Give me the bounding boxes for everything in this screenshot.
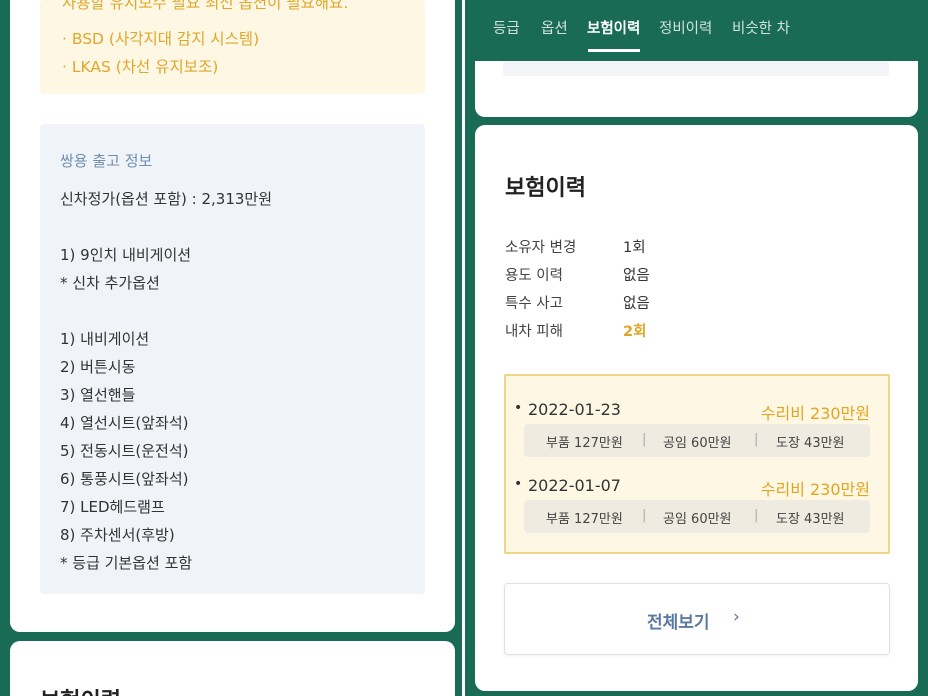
previous-card-bottom [475,61,918,117]
repair-cost: 수리비 230만원 [760,404,870,423]
chevron-right-icon: › [733,607,740,627]
tab-similar-cars[interactable]: 비슷한 차 [732,17,790,38]
accident-item: 2022-01-23 수리비 230만원 부품 127만원 | 공임 60만원 … [506,400,888,470]
paint-cost: 도장 43만원 [776,512,845,527]
left-screen: 사용할 유지보수 필요 최신 옵션이 필요해요. · BSD (사각지대 감지 … [0,0,462,696]
view-all-label: 전체보기 [647,613,710,633]
accident-list: 2022-01-23 수리비 230만원 부품 127만원 | 공임 60만원 … [504,374,890,554]
option-item-lkas: · LKAS (차선 유지보조) [62,58,219,76]
insurance-card-peek: 보험이력 [10,641,455,696]
section-title-peek: 보험이력 [40,683,121,696]
paint-cost: 도장 43만원 [776,436,845,451]
labor-cost: 공임 60만원 [663,512,732,527]
option-line: 5) 전동시트(운전석) [60,442,189,460]
insurance-history-card: 보험이력 소유자 변경1회 용도 이력없음 특수 사고없음 내차 피해2회 20… [475,125,918,691]
active-tab-indicator [588,49,640,52]
owner-change-label: 소유자 변경 [505,240,577,256]
option-line: 4) 열선시트(앞좌석) [60,414,189,432]
option-line: 1) 내비게이션 [60,330,150,348]
repair-cost: 수리비 230만원 [760,480,870,499]
separator: | [754,508,759,523]
tab-options[interactable]: 옵션 [541,17,568,38]
view-all-button[interactable]: 전체보기 › [504,583,890,655]
special-accident-label: 특수 사고 [505,296,563,312]
factory-info-box: 쌍용 출고 정보 신차정가(옵션 포함) : 2,313만원 1) 9인치 내비… [40,124,425,594]
accident-date: 2022-01-23 [514,400,621,419]
insurance-history-title: 보험이력 [505,176,586,201]
clipped-line: 사용할 유지보수 필요 최신 옵션이 필요해요. [62,0,349,12]
owner-change-row: 소유자 변경 1회 [505,236,646,257]
previous-card-strip [503,61,889,76]
accident-date: 2022-01-07 [514,476,621,495]
right-screen: 등급 옵션 보험이력 정비이력 비슷한 차 보험이력 소유자 변경 1회 용도 이… [465,0,928,696]
cost-breakdown: 부품 127만원 | 공임 60만원 | 도장 43만원 [524,424,870,457]
own-damage-label: 내차 피해 [505,324,563,340]
option-line: 1) 9인치 내비게이션 [60,246,192,264]
parts-cost: 부품 127만원 [546,512,623,527]
option-line: 8) 주차센서(후방) [60,526,175,544]
option-line: * 등급 기본옵션 포함 [60,554,193,572]
option-line: * 신차 추가옵션 [60,274,160,292]
new-car-price: 신차정가(옵션 포함) : 2,313만원 [60,190,273,208]
option-line: 7) LED헤드램프 [60,498,165,516]
usage-history-row: 용도 이력 없음 [505,264,650,285]
separator: | [754,432,759,447]
vehicle-info-card: 사용할 유지보수 필요 최신 옵션이 필요해요. · BSD (사각지대 감지 … [10,0,455,632]
special-accident-row: 특수 사고 없음 [505,292,650,313]
own-damage-value: 2회 [623,324,647,340]
usage-history-value: 없음 [623,268,650,284]
tab-bar: 등급 옵션 보험이력 정비이력 비슷한 차 [465,0,928,58]
accident-item: 2022-01-07 수리비 230만원 부품 127만원 | 공임 60만원 … [506,476,888,546]
parts-cost: 부품 127만원 [546,436,623,451]
option-line: 3) 열선핸들 [60,386,136,404]
tab-maintenance-history[interactable]: 정비이력 [659,17,712,38]
usage-history-label: 용도 이력 [505,268,563,284]
option-line: 2) 버튼시동 [60,358,136,376]
option-item-bsd: · BSD (사각지대 감지 시스템) [62,30,260,48]
cost-breakdown: 부품 127만원 | 공임 60만원 | 도장 43만원 [524,500,870,533]
separator: | [642,508,647,523]
labor-cost: 공임 60만원 [663,436,732,451]
option-line: 6) 통풍시트(앞좌석) [60,470,189,488]
separator: | [642,432,647,447]
owner-change-value: 1회 [623,240,646,256]
special-accident-value: 없음 [623,296,650,312]
own-damage-row: 내차 피해 2회 [505,320,646,341]
recommended-options-box: 사용할 유지보수 필요 최신 옵션이 필요해요. · BSD (사각지대 감지 … [40,0,425,94]
tab-grade[interactable]: 등급 [493,17,520,38]
tab-insurance-history[interactable]: 보험이력 [587,17,640,38]
factory-info-title: 쌍용 출고 정보 [60,152,153,170]
